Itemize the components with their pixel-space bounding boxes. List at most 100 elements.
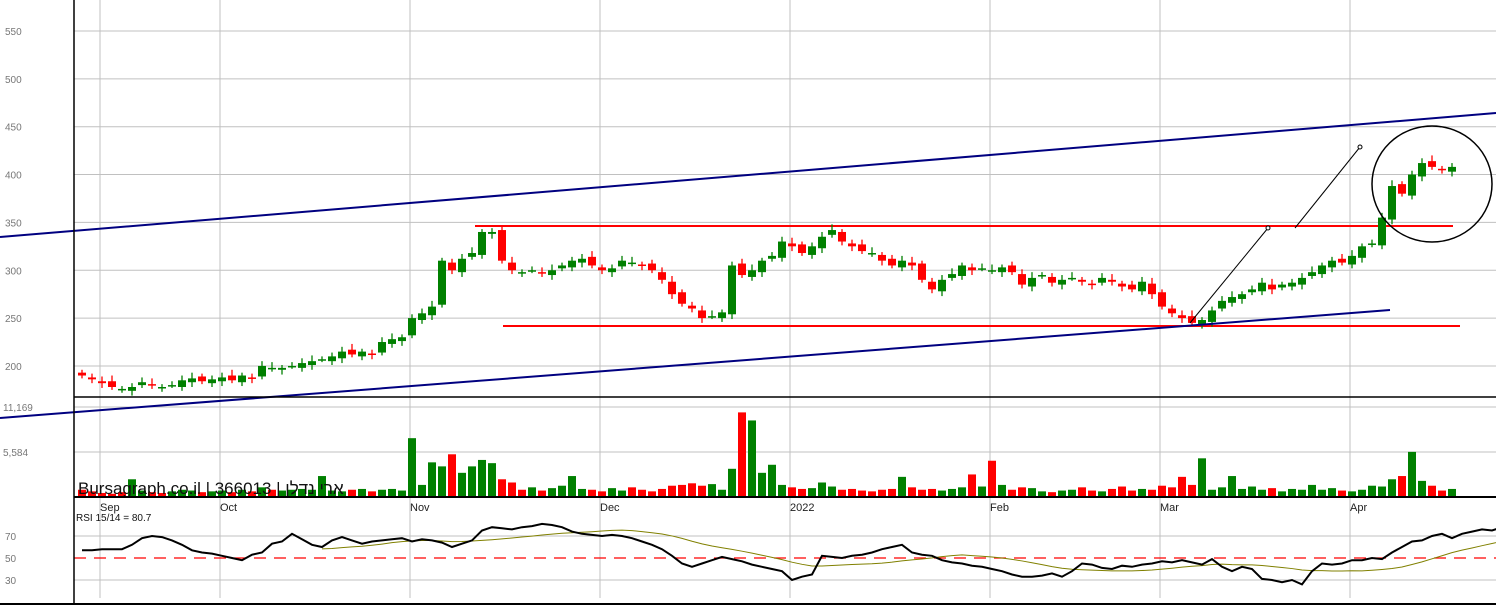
candle-body	[1118, 283, 1126, 287]
volume-bar	[468, 466, 476, 497]
volume-bar	[658, 488, 666, 497]
candle	[1058, 275, 1066, 290]
candle-body	[158, 387, 166, 389]
candle-body	[268, 367, 276, 370]
projection-end-marker	[1357, 144, 1363, 150]
volume-bar	[1178, 476, 1186, 497]
volume-bar	[748, 420, 756, 497]
volume-bar	[568, 476, 576, 497]
candle	[968, 263, 976, 276]
candle	[418, 308, 426, 324]
candle	[608, 264, 616, 277]
candle-body	[1388, 186, 1396, 220]
candle	[588, 251, 596, 269]
candle	[1308, 266, 1316, 279]
candle-body	[1178, 315, 1186, 319]
volume-bar	[1248, 486, 1256, 497]
volume-bar	[918, 489, 926, 497]
candle-body	[238, 375, 246, 383]
candle	[1428, 155, 1436, 170]
volume-bar	[1158, 485, 1166, 497]
candle-body	[938, 279, 946, 292]
candle	[178, 375, 186, 391]
candle	[868, 247, 876, 257]
candle	[228, 369, 236, 384]
candle-body	[1078, 279, 1086, 282]
candle	[388, 333, 396, 348]
candle-body	[1108, 279, 1116, 282]
candle-body	[1418, 163, 1426, 177]
candle-body	[778, 241, 786, 258]
volume-bar	[498, 479, 506, 497]
volume-bar	[808, 488, 816, 497]
candle-body	[1138, 281, 1146, 292]
volume-bar	[778, 484, 786, 497]
candle	[1148, 277, 1156, 299]
candle-body	[458, 258, 466, 273]
candle-body	[1328, 260, 1336, 268]
candle-body	[1008, 265, 1016, 273]
volume-bar	[438, 466, 446, 497]
candle-body	[118, 388, 126, 391]
candle	[888, 254, 896, 269]
candle	[818, 231, 826, 254]
candle	[788, 237, 796, 252]
volume-bar	[738, 412, 746, 497]
candle	[468, 247, 476, 260]
volume-bar	[358, 488, 366, 497]
candle-body	[588, 256, 596, 266]
candle	[1268, 278, 1276, 295]
candle-body	[338, 351, 346, 359]
volume-bar	[1078, 487, 1086, 497]
price-tick-label: 250	[5, 314, 22, 325]
candle-body	[858, 244, 866, 252]
candle-body	[228, 375, 236, 381]
candle-body	[968, 267, 976, 271]
candle	[1118, 280, 1126, 292]
watermark: Bursagraph.co.il | 366013 | ארי נדלן	[78, 479, 344, 498]
volume-bar	[1238, 488, 1246, 497]
candle	[338, 346, 346, 364]
candle	[148, 378, 156, 389]
volume-bar	[718, 489, 726, 497]
volume-bar	[1268, 488, 1276, 497]
candle	[448, 258, 456, 275]
volume-bar	[448, 454, 456, 497]
candle	[218, 372, 226, 387]
candle-body	[958, 265, 966, 276]
volume-bar	[518, 489, 526, 497]
candle	[88, 373, 96, 384]
candle	[1248, 285, 1256, 296]
candle-body	[408, 318, 416, 336]
candle	[1258, 277, 1266, 296]
candle	[1088, 279, 1096, 290]
candle-body	[1168, 308, 1176, 314]
candle-body	[1248, 289, 1256, 293]
volume-bar	[488, 463, 496, 497]
candle-body	[728, 265, 736, 315]
candle	[628, 256, 636, 267]
candle	[478, 229, 486, 259]
candle	[138, 377, 146, 388]
candle	[428, 300, 436, 321]
candle-body	[928, 281, 936, 290]
volume-bar	[978, 486, 986, 497]
rsi-label: RSI 15/14 = 80.7	[76, 513, 152, 524]
volume-bar	[478, 459, 486, 497]
candle-body	[138, 382, 146, 386]
candle	[758, 257, 766, 277]
candle	[488, 228, 496, 239]
volume-bar	[788, 487, 796, 497]
candle	[1128, 280, 1136, 293]
candle	[728, 261, 736, 320]
candle	[748, 264, 756, 281]
price-tick-label: 350	[5, 218, 22, 229]
candle-body	[828, 230, 836, 235]
candle	[1158, 289, 1166, 310]
stock-chart: 550 500 450 400 350 300 250 200 11,169 5,584 70 50 3…	[0, 0, 1496, 605]
candle	[618, 255, 626, 270]
month-labels: Sep Oct Nov Dec 2022 Feb Mar Apr	[100, 502, 1367, 514]
price-tick-label: 450	[5, 123, 22, 134]
month-label: Feb	[990, 502, 1009, 514]
volume-bar	[458, 472, 466, 497]
